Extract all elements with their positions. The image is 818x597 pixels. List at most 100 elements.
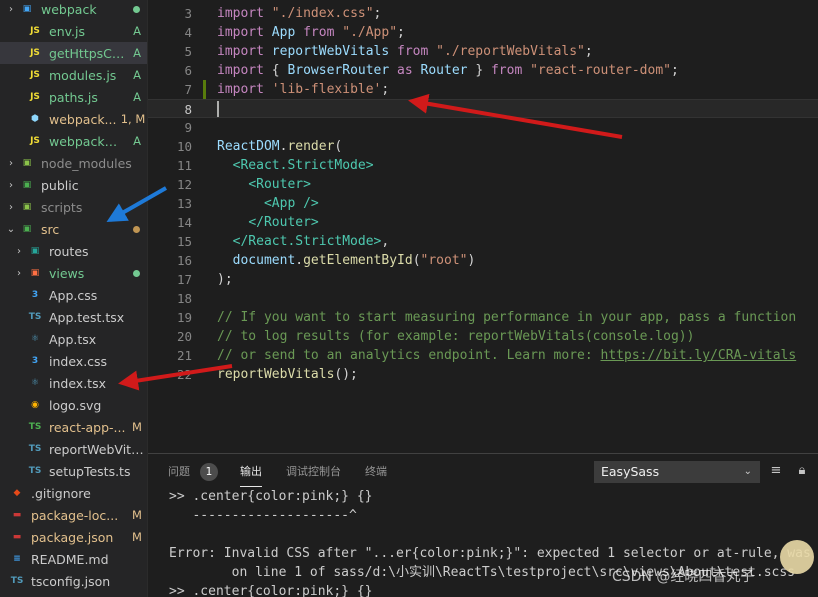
explorer-item[interactable]: JS env.js A — [0, 20, 147, 42]
code-line[interactable]: 5 import reportWebVitals from "./reportWe… — [148, 42, 818, 61]
code-token: } — [475, 63, 491, 78]
code-token: { — [271, 63, 288, 78]
clear-output-icon[interactable]: ≡ — [768, 463, 784, 479]
code-line[interactable]: 4 import App from "./App"; — [148, 23, 818, 42]
explorer-item[interactable]: TS App.test.tsx — [0, 306, 147, 328]
explorer-item[interactable]: › ▣ public — [0, 174, 147, 196]
js-file-icon: JS — [30, 48, 40, 58]
explorer-item-label: App.css — [49, 287, 98, 303]
explorer-item[interactable]: TS tsconfig.json — [0, 570, 147, 592]
code-text: reportWebVitals(); — [217, 365, 358, 384]
code-line[interactable]: 17); — [148, 270, 818, 289]
code-token: "root" — [420, 253, 468, 268]
line-number: 16 — [176, 253, 192, 268]
explorer-item-label: .gitignore — [31, 485, 91, 501]
explorer-item[interactable]: TS reportWebVitals... — [0, 438, 147, 460]
folder-icon: ▣ — [22, 4, 32, 14]
code-line[interactable]: 18 — [148, 289, 818, 308]
tsconfig-file-icon: TS — [10, 576, 24, 586]
code-line[interactable]: 21 // or send to an analytics endpoint. L… — [148, 346, 818, 365]
code-token: <React.StrictMode — [232, 158, 366, 173]
tab-problems[interactable]: 问题 — [168, 454, 190, 489]
code-text: </React.StrictMode>, — [217, 232, 390, 251]
code-line[interactable]: 15 </React.StrictMode>, — [148, 232, 818, 251]
git-status-badge: A — [133, 46, 141, 60]
code-editor[interactable]: 3 import "./index.css"; 4 import App from "… — [148, 0, 818, 453]
code-text: </Router> — [217, 213, 318, 232]
explorer-item[interactable]: TS setupTests.ts — [0, 460, 147, 482]
output-line: >> .center{color:pink;} {} — [169, 489, 373, 504]
explorer-item[interactable]: ≡ README.md — [0, 548, 147, 570]
explorer-item[interactable]: 3 App.css — [0, 284, 147, 306]
code-line[interactable]: 7 import 'lib-flexible'; — [148, 80, 818, 99]
code-line[interactable]: 12 <Router> — [148, 175, 818, 194]
code-line[interactable]: 22 reportWebVitals(); — [148, 365, 818, 384]
scripts-folder-icon: ▣ — [22, 202, 32, 212]
code-line[interactable]: 20 // to log results (for example: report… — [148, 327, 818, 346]
explorer-item[interactable]: TS react-app-... M — [0, 416, 147, 438]
explorer-item[interactable]: › ▣ webpack — [0, 0, 147, 20]
explorer-item[interactable]: › ▣ routes — [0, 240, 147, 262]
code-token: reportWebVitals — [271, 44, 398, 59]
explorer-item[interactable]: ◉ logo.svg — [0, 394, 147, 416]
problems-count-badge: 1 — [200, 463, 218, 481]
code-line[interactable]: 9 — [148, 118, 818, 137]
code-line[interactable]: 3 import "./index.css"; — [148, 4, 818, 23]
line-number: 12 — [176, 177, 192, 192]
js-file-icon: JS — [30, 92, 40, 102]
line-number: 20 — [176, 329, 192, 344]
explorer-item-label: getHttpsCo... — [49, 45, 126, 61]
code-line[interactable]: 10 ReactDOM.render( — [148, 137, 818, 156]
explorer-item-label: tsconfig.json — [31, 573, 111, 589]
line-number: 9 — [184, 120, 192, 135]
code-line[interactable]: 11 <React.StrictMode> — [148, 156, 818, 175]
explorer-item[interactable]: JS paths.js A — [0, 86, 147, 108]
explorer-item-label: webpack — [41, 1, 97, 17]
code-token: BrowserRouter — [287, 63, 398, 78]
tab-debug-console[interactable]: 调试控制台 — [286, 454, 341, 489]
explorer-item[interactable]: › ▣ node_modules — [0, 152, 147, 174]
tab-terminal[interactable]: 终端 — [365, 454, 387, 489]
code-line[interactable]: 16 document.getElementById("root") — [148, 251, 818, 270]
code-line[interactable]: 13 <App /> — [148, 194, 818, 213]
code-line[interactable]: 14 </Router> — [148, 213, 818, 232]
code-text: <Router> — [217, 175, 311, 194]
code-token: from — [397, 44, 437, 59]
tab-output[interactable]: 输出 — [240, 454, 262, 487]
modified-dot-icon — [133, 5, 140, 13]
explorer-item-label: webpackDe... — [49, 133, 126, 149]
code-line[interactable]: 19 // If you want to start measuring perf… — [148, 308, 818, 327]
explorer-item[interactable]: › ▣ scripts — [0, 196, 147, 218]
explorer-item[interactable]: JS webpackDe... A — [0, 130, 147, 152]
explorer-item[interactable]: JS modules.js A — [0, 64, 147, 86]
explorer-item[interactable]: ⬢ webpack... 1, M — [0, 108, 147, 130]
explorer-item[interactable]: ◆ .gitignore — [0, 482, 147, 504]
code-token: . — [295, 253, 304, 268]
explorer-item[interactable]: › ▣ views — [0, 262, 147, 284]
code-line[interactable]: 8 — [148, 99, 818, 118]
watermark-mascot-image — [780, 540, 814, 574]
explorer-item-label: paths.js — [49, 89, 98, 105]
chevron-right-icon: › — [9, 201, 13, 213]
explorer-item[interactable]: 3 index.css — [0, 350, 147, 372]
lock-scroll-icon[interactable]: 🔒︎ — [794, 463, 810, 479]
explorer-item[interactable]: JS getHttpsCo... A — [0, 42, 147, 64]
code-token: ); — [217, 272, 233, 287]
code-token: "./App" — [342, 25, 398, 40]
code-token: ; — [397, 25, 405, 40]
code-token: reportWebVitals — [217, 367, 335, 382]
git-status-badge: 1, M — [120, 112, 146, 126]
explorer-item[interactable]: ▬ package.json M — [0, 526, 147, 548]
git-status-badge: A — [133, 90, 141, 104]
code-text: // or send to an analytics endpoint. Lea… — [217, 346, 796, 365]
explorer-item[interactable]: ⚛ index.tsx — [0, 372, 147, 394]
explorer-item[interactable]: ▬ package-loc... M — [0, 504, 147, 526]
explorer-item[interactable]: ⚛ App.tsx — [0, 328, 147, 350]
line-number: 13 — [176, 196, 192, 211]
explorer-item[interactable]: ⌄ ▣ src — [0, 218, 147, 240]
output-channel-select[interactable]: EasySass ⌄ — [594, 461, 760, 483]
line-number: 4 — [184, 25, 192, 40]
code-token: ) — [467, 253, 476, 268]
code-line[interactable]: 6 import { BrowserRouter as Router } from… — [148, 61, 818, 80]
